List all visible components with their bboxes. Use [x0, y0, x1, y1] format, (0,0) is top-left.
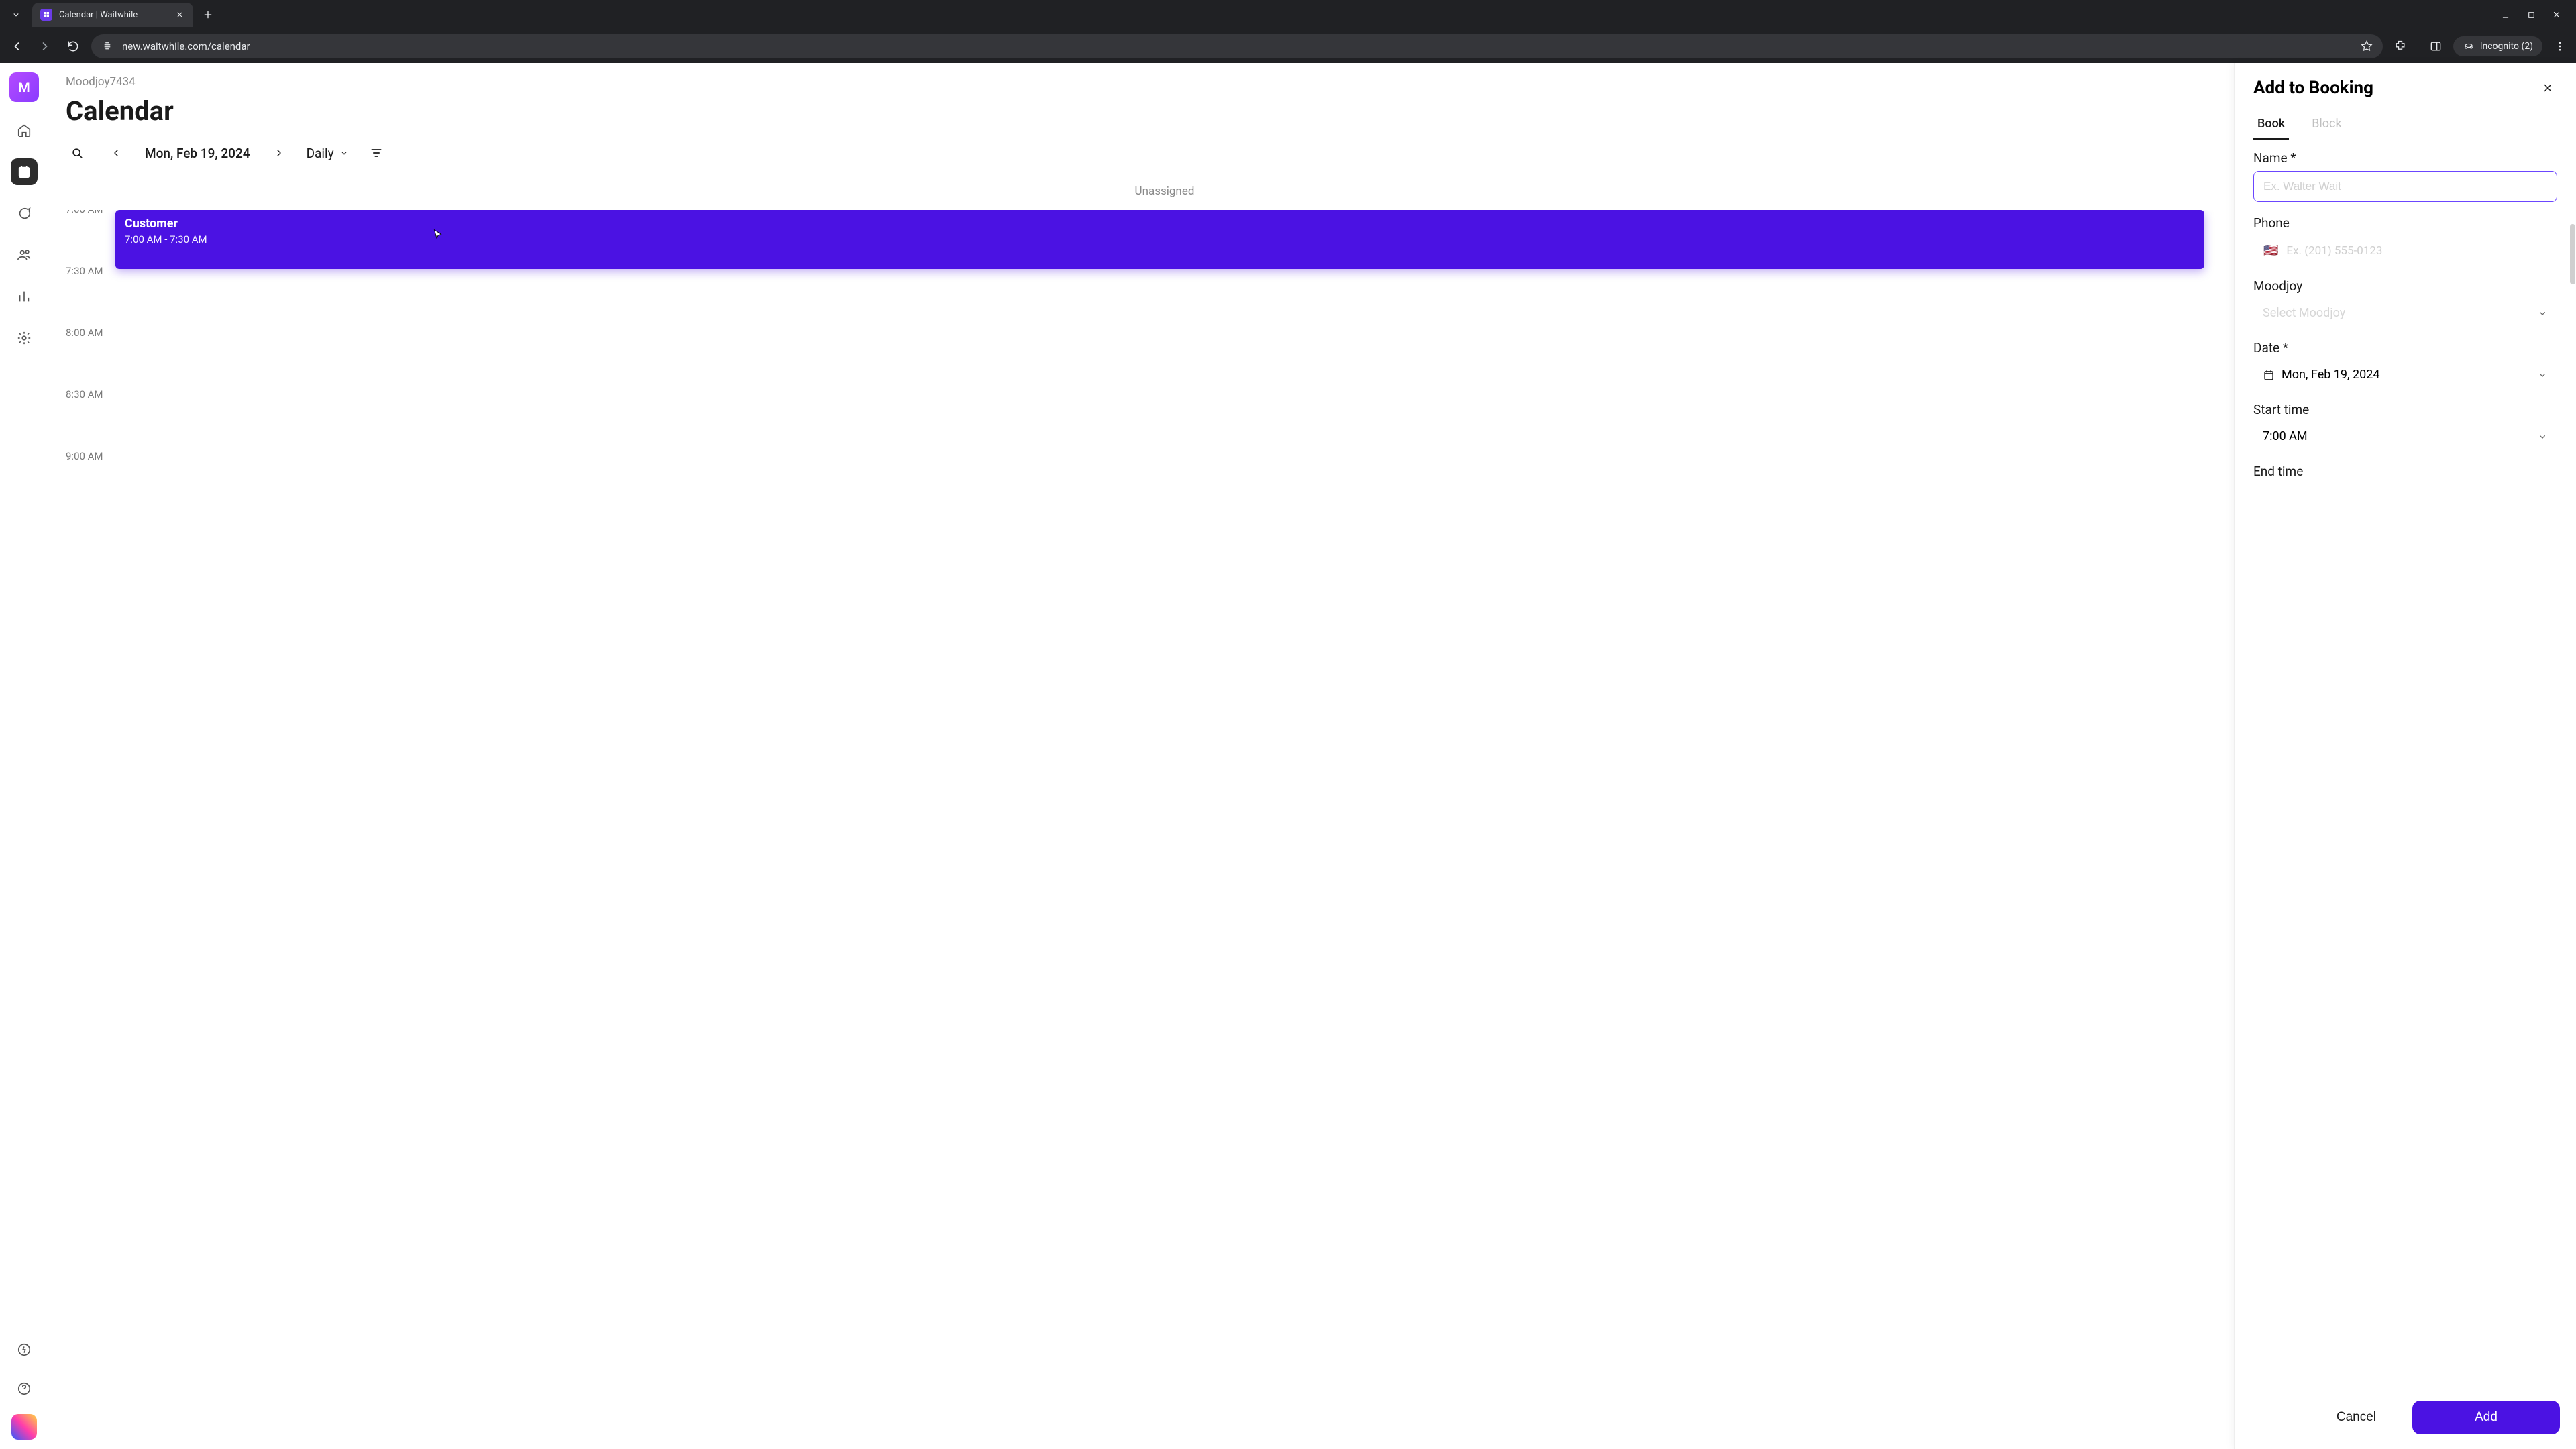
calendar-filter-button[interactable] [365, 142, 388, 164]
nav-forward-button[interactable] [35, 36, 55, 56]
time-label: 8:30 AM [66, 388, 109, 400]
browser-tab[interactable]: Calendar | Waitwhile [32, 3, 193, 27]
calendar-date-label[interactable]: Mon, Feb 19, 2024 [145, 146, 250, 161]
start-time-value: 7:00 AM [2263, 429, 2308, 443]
tab-block[interactable]: Block [2308, 110, 2345, 140]
nav-back-button[interactable] [7, 36, 27, 56]
sidebar-item-calendar[interactable] [11, 158, 38, 185]
new-tab-button[interactable] [199, 5, 217, 24]
calendar-next-button[interactable] [268, 142, 290, 164]
incognito-indicator[interactable]: Incognito (2) [2453, 36, 2542, 56]
calendar-pane: Moodjoy7434 Calendar Mon, Feb 19, 2024 D… [48, 63, 2234, 1449]
browser-menu-icon[interactable] [2551, 37, 2569, 56]
window-minimize-icon[interactable] [2500, 9, 2512, 21]
start-time-select[interactable]: 7:00 AM [2253, 423, 2557, 450]
time-label: 8:00 AM [66, 327, 109, 339]
end-time-label: End time [2253, 464, 2557, 479]
panel-tabs: Book Block [2235, 103, 2576, 140]
browser-toolbar: new.waitwhile.com/calendar Incognito (2) [0, 30, 2576, 63]
tab-search-dropdown[interactable] [5, 4, 27, 25]
window-close-icon[interactable] [2551, 9, 2563, 21]
date-label: Date [2253, 340, 2557, 356]
calendar-grid[interactable]: 7:00 AM Customer 7:00 AM - 7:30 AM 7:30 … [66, 210, 2216, 1449]
chevron-down-icon [339, 148, 349, 158]
date-value: Mon, Feb 19, 2024 [2282, 368, 2380, 382]
calendar-search-button[interactable] [66, 142, 89, 164]
site-info-icon[interactable] [101, 40, 114, 53]
calendar-small-icon [2263, 369, 2275, 381]
panel-title: Add to Booking [2253, 78, 2373, 98]
sidebar-item-settings[interactable] [11, 325, 38, 352]
flag-us-icon[interactable]: 🇺🇸 [2263, 244, 2278, 258]
phone-label: Phone [2253, 215, 2557, 231]
sidebar: M [0, 63, 48, 1449]
panel-close-button[interactable] [2538, 78, 2557, 97]
panel-scrollbar[interactable] [2569, 224, 2576, 546]
extensions-icon[interactable] [2391, 37, 2410, 56]
workspace-badge[interactable]: M [9, 72, 39, 102]
nav-reload-button[interactable] [63, 36, 83, 56]
time-label: 7:30 AM [66, 265, 109, 277]
sidebar-item-customers[interactable] [11, 241, 38, 268]
browser-chrome: Calendar | Waitwhile new.waitwhile.com/c… [0, 0, 2576, 63]
calendar-column-header: Unassigned [113, 184, 2216, 198]
calendar-toolbar: Mon, Feb 19, 2024 Daily [66, 142, 2216, 164]
name-input[interactable] [2253, 171, 2557, 202]
bookmark-star-icon[interactable] [2360, 40, 2373, 53]
chevron-down-icon [2537, 431, 2548, 442]
app-root: M Moodjoy7434 [0, 63, 2576, 1449]
time-label: 7:00 AM [66, 210, 109, 215]
service-select[interactable]: Select Moodjoy [2253, 299, 2557, 327]
cancel-button[interactable]: Cancel [2312, 1401, 2400, 1434]
address-bar[interactable]: new.waitwhile.com/calendar [91, 34, 2383, 58]
tab-strip: Calendar | Waitwhile [0, 0, 2576, 30]
calendar-prev-button[interactable] [105, 142, 127, 164]
tab-title: Calendar | Waitwhile [59, 10, 168, 20]
profile-avatar[interactable] [11, 1414, 37, 1440]
url-text: new.waitwhile.com/calendar [122, 40, 250, 52]
add-button[interactable]: Add [2412, 1401, 2560, 1434]
sidebar-item-home[interactable] [11, 117, 38, 144]
date-select[interactable]: Mon, Feb 19, 2024 [2253, 361, 2557, 388]
name-label: Name [2253, 150, 2557, 166]
phone-input[interactable]: 🇺🇸 Ex. (201) 555-0123 [2253, 236, 2557, 265]
incognito-label: Incognito (2) [2480, 41, 2533, 52]
sidebar-item-analytics[interactable] [11, 283, 38, 310]
calendar-event[interactable]: Customer 7:00 AM - 7:30 AM [115, 210, 2204, 269]
page-title: Calendar [66, 95, 2216, 127]
sidebar-item-help[interactable] [11, 1375, 38, 1402]
cursor-icon [431, 229, 445, 244]
org-name: Moodjoy7434 [66, 75, 2216, 89]
service-label: Moodjoy [2253, 278, 2557, 294]
window-maximize-icon[interactable] [2525, 9, 2537, 21]
favicon-icon [40, 9, 52, 21]
tab-book[interactable]: Book [2253, 110, 2289, 140]
chevron-down-icon [2537, 308, 2548, 319]
panel-footer: Cancel Add [2235, 1389, 2576, 1449]
incognito-icon [2463, 40, 2475, 52]
calendar-view-select[interactable]: Daily [307, 146, 349, 161]
panel-form: Name Phone 🇺🇸 Ex. (201) 555-0123 Moodjoy… [2235, 140, 2576, 1389]
time-label: 9:00 AM [66, 450, 109, 462]
booking-panel: Add to Booking Book Block Name Phone 🇺🇸 [2234, 63, 2576, 1449]
sidepanel-icon[interactable] [2426, 37, 2445, 56]
sidebar-item-messages[interactable] [11, 200, 38, 227]
tab-close-icon[interactable] [174, 9, 185, 20]
sidebar-item-power[interactable] [11, 1336, 38, 1363]
window-controls [2500, 9, 2571, 21]
chevron-down-icon [2537, 370, 2548, 380]
start-time-label: Start time [2253, 402, 2557, 417]
